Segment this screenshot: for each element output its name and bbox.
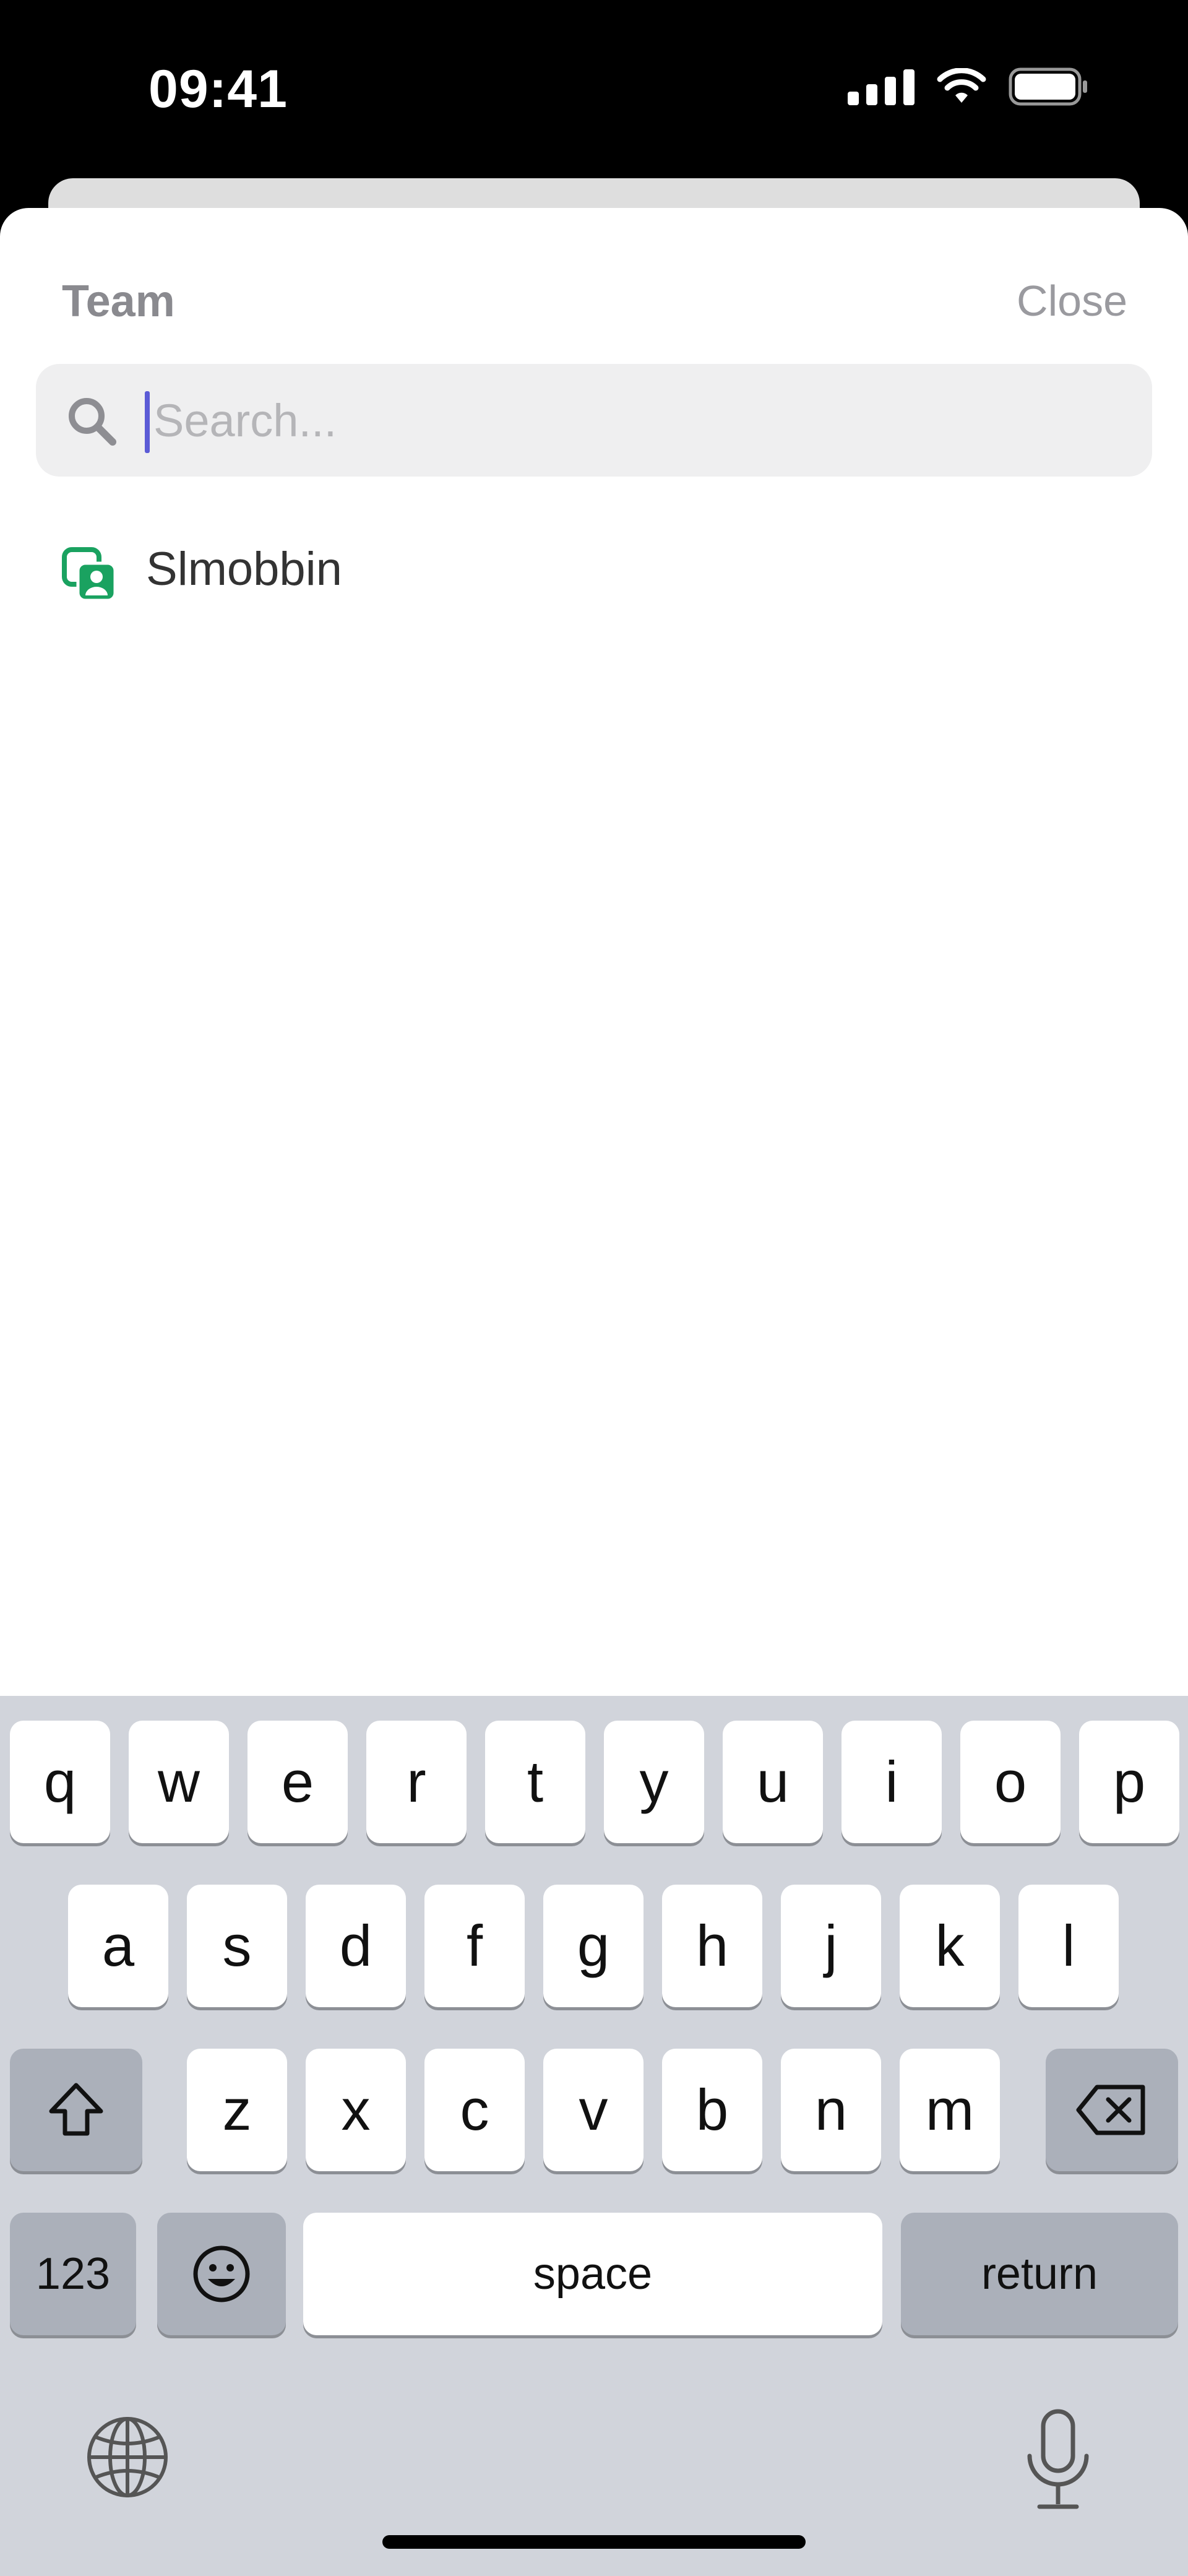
emoji-key[interactable] (157, 2213, 286, 2335)
key-k[interactable]: k (900, 1885, 1000, 2007)
team-name: Slmobbin (146, 543, 342, 595)
key-j[interactable]: j (781, 1885, 881, 2007)
sheet-title: Team (62, 277, 175, 326)
close-button[interactable]: Close (1017, 276, 1127, 326)
key-t[interactable]: t (485, 1721, 585, 1843)
status-bar: 09:41 (0, 0, 1188, 179)
backspace-icon (1076, 2085, 1145, 2135)
keyboard: q w e r t y u i o p a s d f g h j k l z … (0, 1696, 1188, 2576)
globe-icon[interactable] (84, 2414, 171, 2500)
numbers-key[interactable]: 123 (10, 2213, 136, 2335)
key-e[interactable]: e (248, 1721, 348, 1843)
key-v[interactable]: v (543, 2049, 644, 2171)
key-s[interactable]: s (187, 1885, 287, 2007)
key-n[interactable]: n (781, 2049, 881, 2171)
key-l[interactable]: l (1018, 1885, 1119, 2007)
key-f[interactable]: f (424, 1885, 525, 2007)
wifi-icon (937, 68, 986, 103)
key-b[interactable]: b (662, 2049, 762, 2171)
key-c[interactable]: c (424, 2049, 525, 2171)
home-indicator (382, 2535, 806, 2549)
emoji-icon (193, 2245, 250, 2302)
key-x[interactable]: x (306, 2049, 406, 2171)
shift-icon (49, 2083, 103, 2136)
search-field[interactable] (36, 364, 1152, 477)
cellular-signal-icon (848, 68, 915, 105)
key-o[interactable]: o (960, 1721, 1061, 1843)
key-r[interactable]: r (366, 1721, 467, 1843)
backspace-key[interactable] (1046, 2049, 1178, 2171)
key-u[interactable]: u (723, 1721, 823, 1843)
key-p[interactable]: p (1079, 1721, 1179, 1843)
team-icon (62, 547, 117, 602)
key-w[interactable]: w (129, 1721, 229, 1843)
microphone-icon[interactable] (1021, 2408, 1095, 2513)
key-z[interactable]: z (187, 2049, 287, 2171)
search-icon (69, 398, 116, 446)
key-a[interactable]: a (68, 1885, 168, 2007)
key-i[interactable]: i (842, 1721, 942, 1843)
search-input[interactable] (147, 364, 1125, 477)
status-icons (848, 65, 1089, 108)
battery-icon (1009, 67, 1087, 106)
key-d[interactable]: d (306, 1885, 406, 2007)
key-h[interactable]: h (662, 1885, 762, 2007)
status-time: 09:41 (148, 59, 288, 119)
shift-key[interactable] (10, 2049, 142, 2171)
key-y[interactable]: y (604, 1721, 704, 1843)
key-q[interactable]: q (10, 1721, 110, 1843)
space-key[interactable]: space (303, 2213, 882, 2335)
team-list-item[interactable]: Slmobbin (0, 517, 1188, 616)
key-g[interactable]: g (543, 1885, 644, 2007)
return-key[interactable]: return (901, 2213, 1178, 2335)
key-m[interactable]: m (900, 2049, 1000, 2171)
